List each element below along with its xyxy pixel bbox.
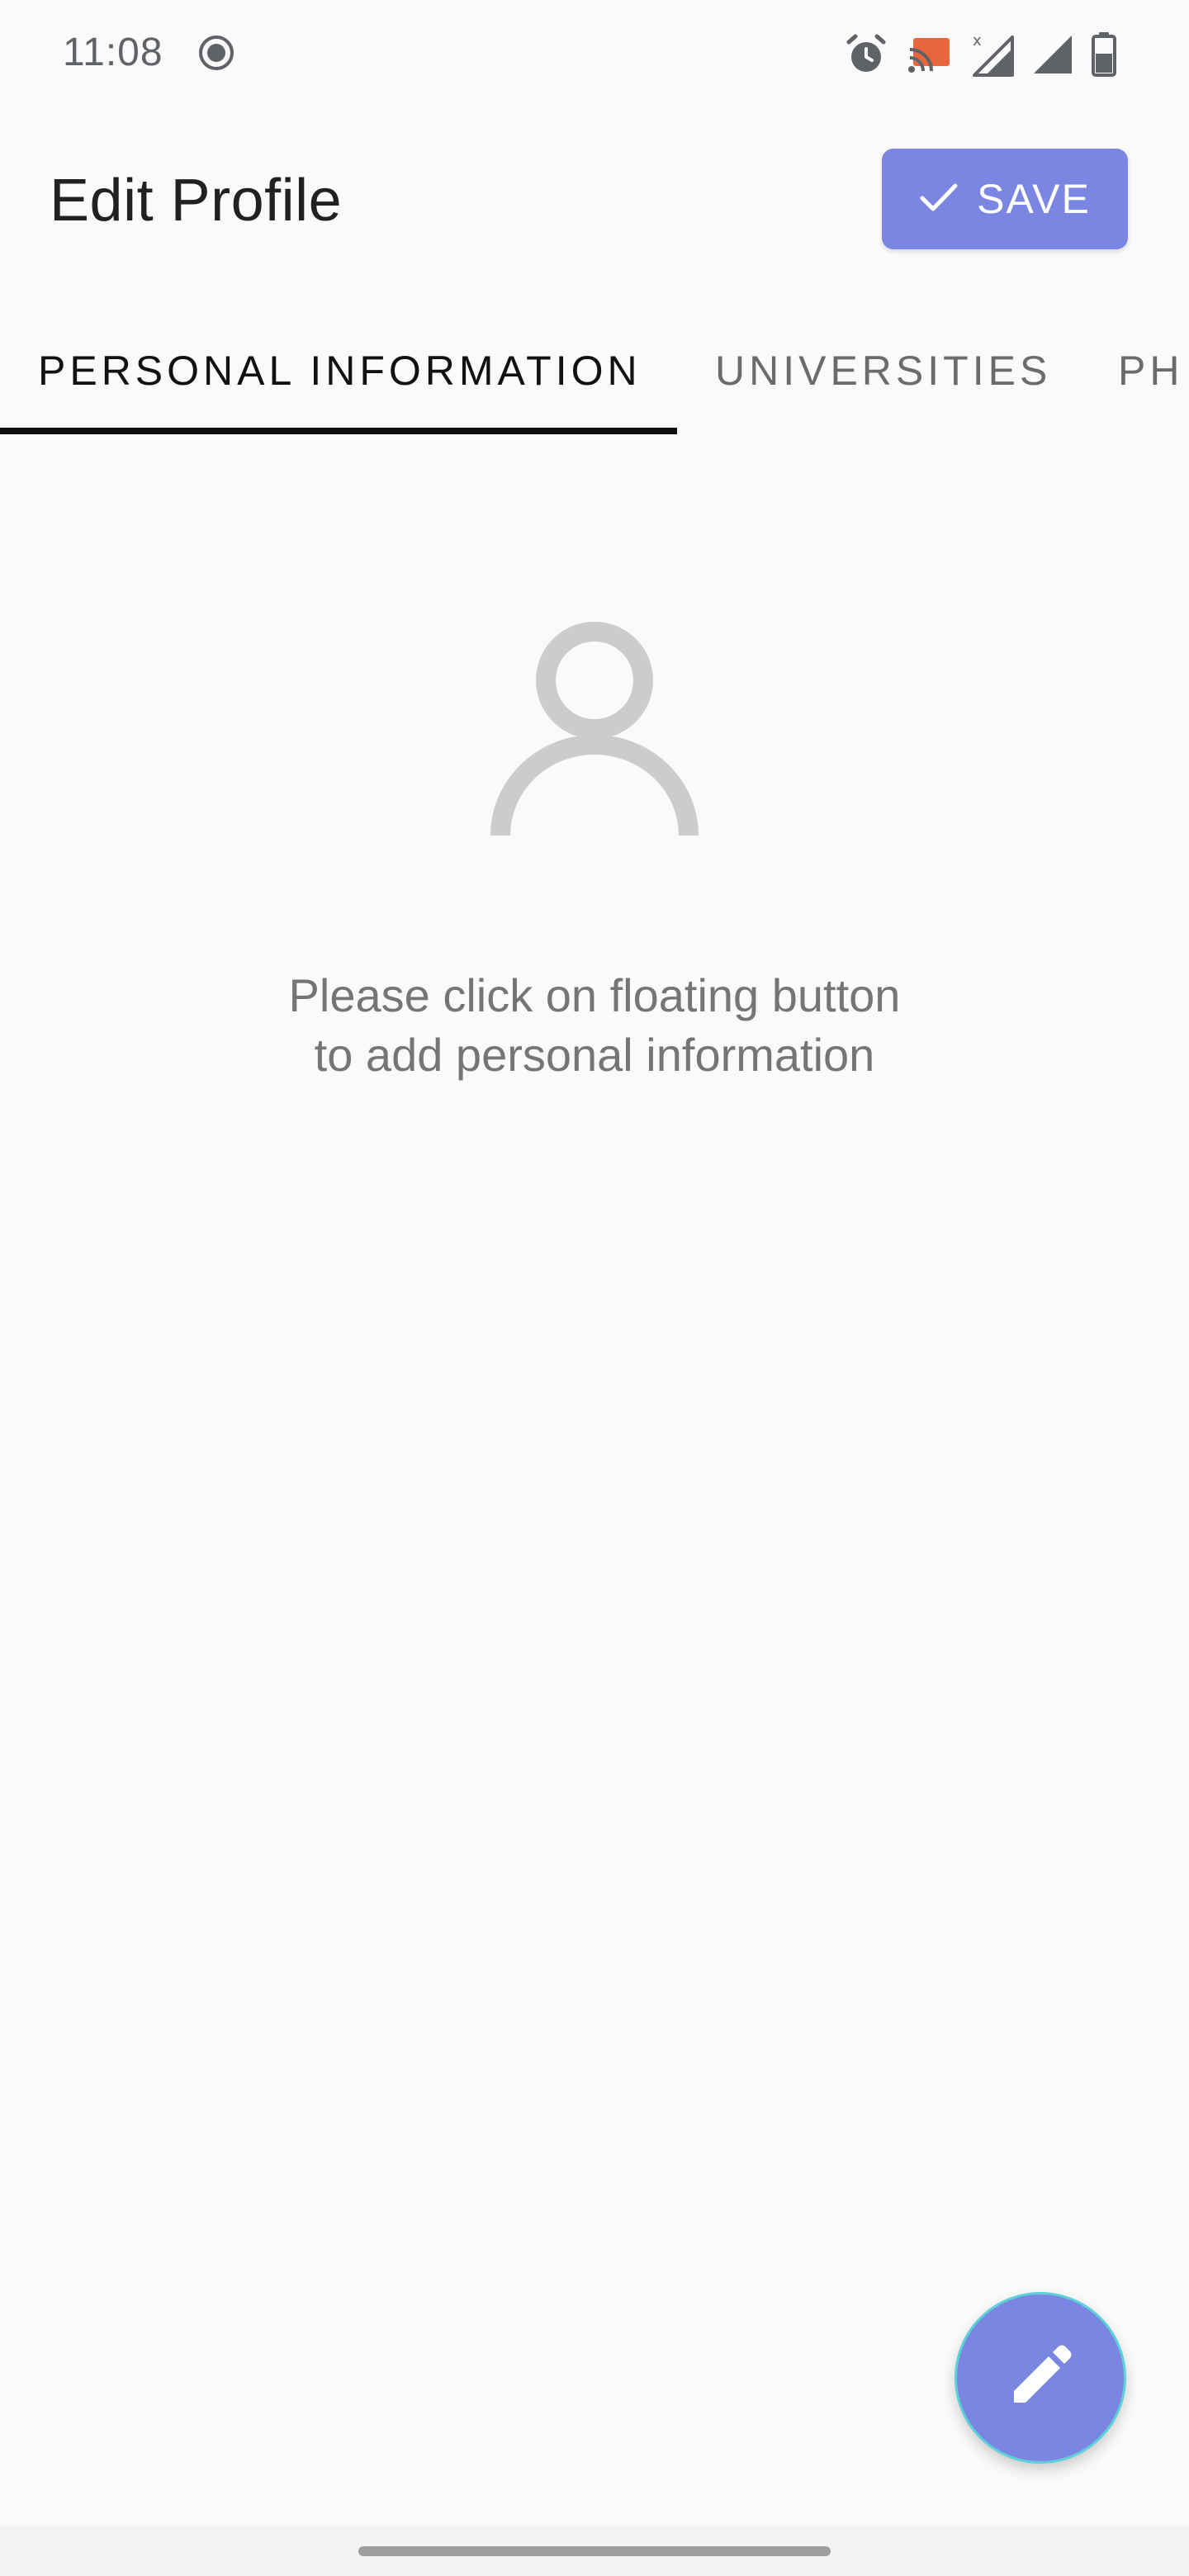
save-button[interactable]: SAVE: [882, 149, 1128, 249]
tab-universities[interactable]: UNIVERSITIES: [715, 307, 1051, 434]
battery-icon: [1092, 32, 1116, 77]
tab-bar: PERSONAL INFORMATION UNIVERSITIES PH: [0, 307, 1189, 434]
tab-personal-information[interactable]: PERSONAL INFORMATION: [38, 307, 642, 434]
status-bar: 11:08 x: [0, 0, 1189, 107]
svg-text:x: x: [973, 32, 982, 50]
cast-icon: [907, 35, 953, 74]
status-time: 11:08: [63, 31, 163, 74]
page-title: Edit Profile: [50, 168, 343, 234]
gesture-nav-area: [0, 2526, 1189, 2576]
tab-ph[interactable]: PH: [1118, 307, 1183, 434]
empty-state-line-2: to add personal information: [314, 1029, 875, 1081]
person-icon: [487, 621, 702, 844]
empty-state-line-1: Please click on floating button: [288, 969, 901, 1021]
status-icons: x: [844, 31, 1116, 78]
edit-fab[interactable]: [955, 2292, 1126, 2464]
save-label: SAVE: [977, 176, 1091, 222]
pencil-icon: [1006, 2342, 1075, 2415]
app-bar: Edit Profile SAVE: [0, 107, 1189, 297]
empty-state-message: Please click on floating button to add p…: [182, 966, 1007, 1085]
gesture-handle[interactable]: [358, 2546, 831, 2556]
check-icon: [919, 181, 959, 218]
record-icon: [198, 35, 234, 71]
alarm-icon: [844, 32, 888, 77]
signal-no-data-icon: x: [971, 32, 1014, 77]
signal-icon: [1032, 34, 1073, 75]
active-tab-indicator: [0, 428, 677, 434]
